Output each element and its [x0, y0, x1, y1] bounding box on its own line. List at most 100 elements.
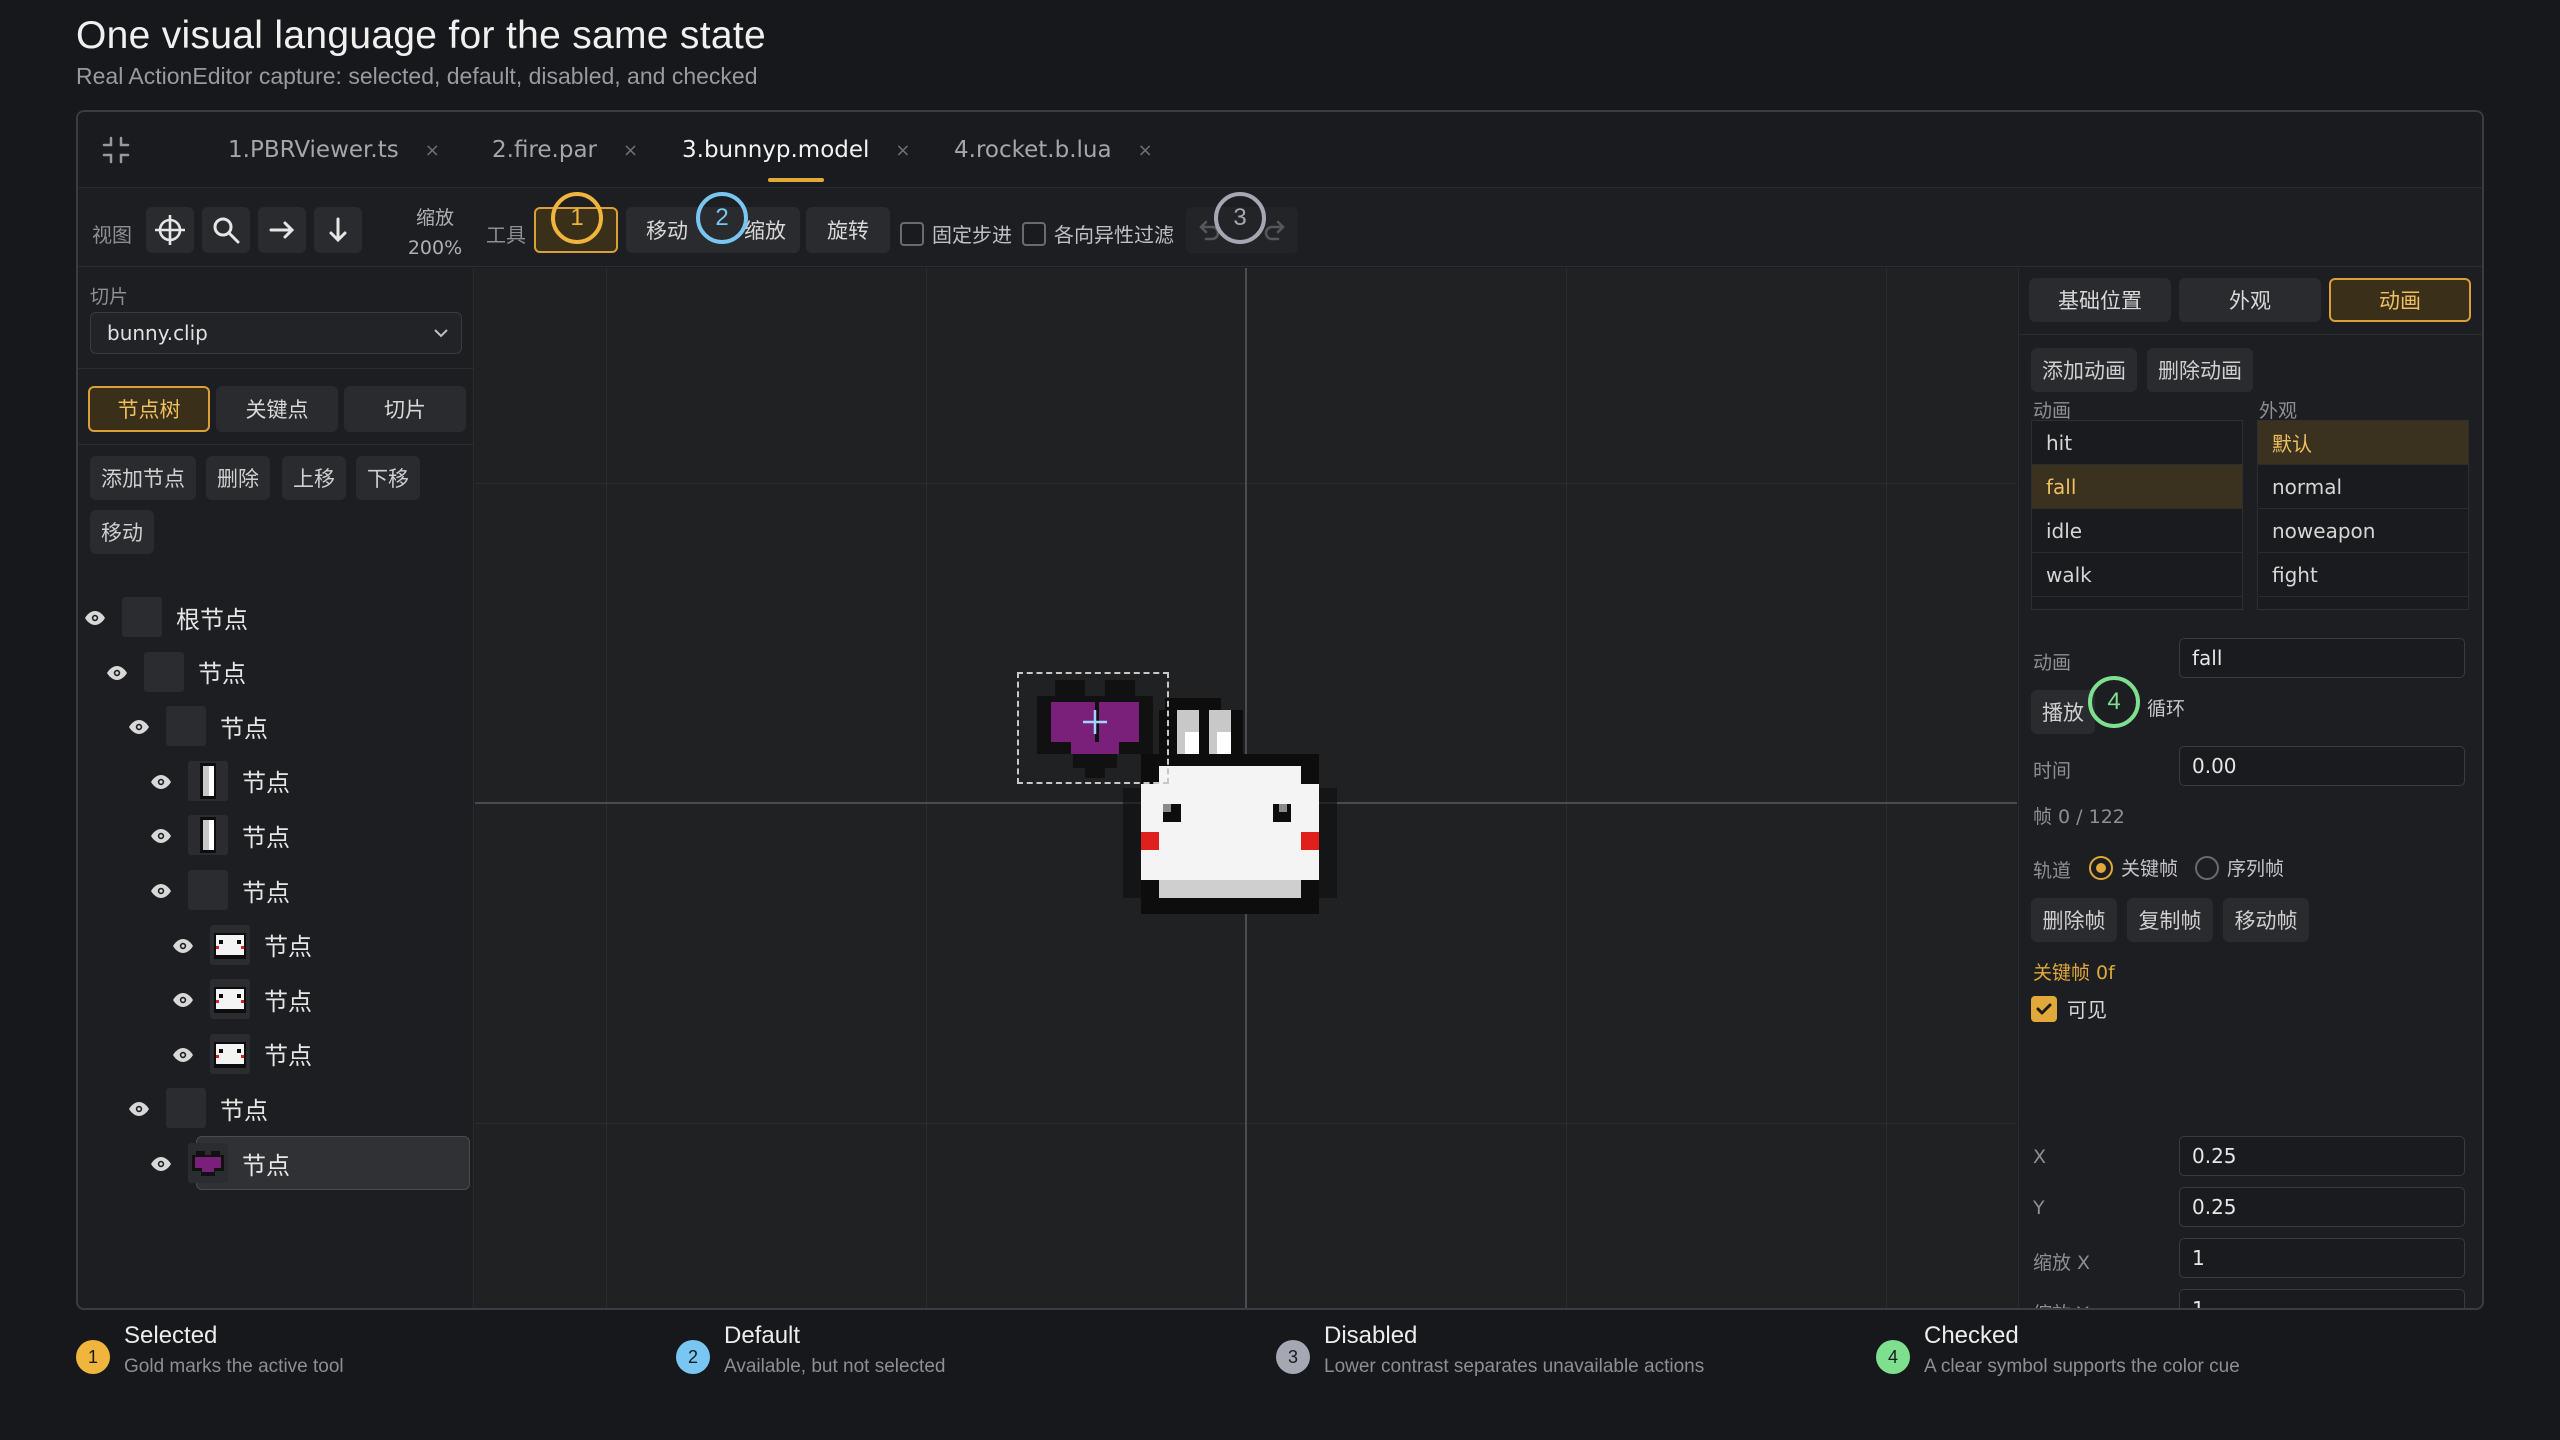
tab-close-icon[interactable]: ×: [1138, 140, 1153, 161]
tree-node-row[interactable]: 节点: [78, 645, 474, 699]
visible-checkbox[interactable]: 可见: [2031, 994, 2107, 1023]
clip-label: 切片: [90, 286, 129, 308]
tab-rocket[interactable]: 4.rocket.b.lua ×: [954, 112, 1153, 188]
node-thumbnail: [210, 1033, 250, 1074]
copy-frame-button[interactable]: 复制帧: [2127, 898, 2213, 942]
tree-node-row[interactable]: 节点: [78, 1027, 474, 1081]
tree-node-row[interactable]: 根节点: [78, 590, 474, 644]
tab-close-icon[interactable]: ×: [425, 140, 440, 161]
delete-frame-button[interactable]: 删除帧: [2031, 898, 2117, 942]
track-sequence-radio[interactable]: 序列帧: [2195, 854, 2284, 881]
eye-icon[interactable]: [128, 1101, 150, 1117]
center-view-button[interactable]: [146, 207, 194, 253]
toolbar: 视图 缩放 200% 工具 移动 缩放 旋转 固定步进 各向异性过滤: [78, 189, 2482, 267]
animation-list: hit fall idle walk: [2031, 420, 2243, 610]
legend-subtitle: Available, but not selected: [724, 1356, 946, 1377]
transform-field-input[interactable]: 1: [2179, 1289, 2465, 1308]
add-node-button[interactable]: 添加节点: [90, 456, 196, 500]
fixed-step-checkbox[interactable]: 固定步进: [900, 219, 1012, 248]
clip-select[interactable]: bunny.clip: [90, 312, 462, 354]
checkbox-box[interactable]: [900, 221, 924, 246]
appearance-list-item[interactable]: normal: [2258, 465, 2468, 509]
tab-keypoints[interactable]: 关键点: [216, 386, 338, 432]
eye-icon[interactable]: [106, 665, 128, 680]
tab-node-tree[interactable]: 节点树: [88, 386, 210, 432]
animation-list-item[interactable]: walk: [2032, 553, 2242, 597]
eye-icon[interactable]: [150, 1156, 172, 1171]
tree-node-row[interactable]: 节点: [78, 863, 474, 917]
node-thumbnail: [210, 979, 250, 1020]
appearance-list-item[interactable]: fight: [2258, 553, 2468, 597]
scale-tool-label: 缩放: [744, 219, 786, 243]
node-thumbnail: [188, 870, 228, 910]
legend-subtitle: Gold marks the active tool: [124, 1356, 344, 1377]
eye-icon[interactable]: [150, 828, 172, 844]
tree-node-row[interactable]: 节点: [78, 918, 474, 972]
legend-text: Disabled Lower contrast separates unavail…: [1324, 1322, 1704, 1378]
appearance-list-item[interactable]: 默认: [2258, 421, 2468, 465]
tab-fire[interactable]: 2.fire.par ×: [492, 112, 638, 188]
checkbox-box[interactable]: [1022, 221, 1046, 246]
tab-pbrviewer[interactable]: 1.PBRViewer.ts ×: [228, 112, 440, 188]
tree-node-row[interactable]: 节点: [78, 699, 474, 753]
animation-name-field[interactable]: fall: [2179, 638, 2465, 678]
transform-field-label: 缩放 Y: [2033, 1299, 2089, 1308]
move-node-button[interactable]: 移动: [90, 510, 154, 554]
flip-vertical-button[interactable]: [314, 207, 362, 253]
tab-animation[interactable]: 动画: [2329, 278, 2471, 322]
eye-icon[interactable]: [150, 774, 172, 789]
pivot-crosshair-icon[interactable]: [1081, 708, 1109, 736]
tree-node-row[interactable]: 节点: [78, 808, 474, 862]
eye-icon[interactable]: [172, 1047, 194, 1062]
tab-close-icon[interactable]: ×: [623, 140, 638, 161]
node-thumbnail: [122, 597, 162, 637]
track-keyframe-radio[interactable]: 关键帧: [2089, 854, 2178, 881]
add-animation-button[interactable]: 添加动画: [2031, 348, 2137, 392]
tree-node-row[interactable]: 节点: [78, 1136, 474, 1190]
aniso-filter-checkbox[interactable]: 各向异性过滤: [1022, 219, 1174, 248]
zoom-value: 200%: [407, 237, 463, 259]
move-up-button[interactable]: 上移: [282, 456, 346, 500]
tab-close-icon[interactable]: ×: [895, 140, 910, 161]
redo-icon: [1264, 220, 1285, 241]
node-thumbnail: [188, 760, 228, 801]
tab-base-position[interactable]: 基础位置: [2029, 278, 2171, 322]
eye-icon[interactable]: [84, 610, 106, 625]
appearance-list-item[interactable]: noweapon: [2258, 509, 2468, 553]
transform-field-input[interactable]: 0.25: [2179, 1187, 2465, 1227]
radio-dot[interactable]: [2089, 855, 2113, 880]
tab-bunnyp[interactable]: 3.bunnyp.model ×: [682, 112, 911, 188]
eye-icon[interactable]: [172, 992, 194, 1008]
animation-list-item[interactable]: fall: [2032, 465, 2242, 509]
move-frame-button[interactable]: 移动帧: [2223, 898, 2309, 942]
eye-icon[interactable]: [150, 883, 172, 898]
tree-node-label: 节点: [242, 823, 290, 852]
tree-node-row[interactable]: 节点: [78, 754, 474, 808]
check-icon[interactable]: [2031, 995, 2057, 1022]
collapse-icon[interactable]: [100, 134, 132, 166]
legend-item: 3 Disabled Lower contrast separates unavai…: [1276, 1322, 1704, 1378]
move-down-button[interactable]: 下移: [356, 456, 420, 500]
tree-node-row[interactable]: 节点: [78, 1081, 474, 1135]
delete-node-button[interactable]: 删除: [206, 456, 270, 500]
transform-field-input[interactable]: 1: [2179, 1238, 2465, 1278]
animation-list-item[interactable]: idle: [2032, 509, 2242, 553]
node-thumbnail: [166, 706, 206, 747]
flip-horizontal-button[interactable]: [258, 207, 306, 253]
sprite-canvas[interactable]: [475, 268, 2017, 1308]
eye-icon[interactable]: [128, 719, 150, 735]
zoom-view-button[interactable]: [202, 207, 250, 253]
legend-item: 4 Checked A clear symbol supports the colo…: [1876, 1322, 2240, 1378]
delete-animation-button[interactable]: 删除动画: [2147, 348, 2253, 392]
eye-icon[interactable]: [172, 938, 194, 953]
search-icon: [213, 217, 240, 244]
animation-list-item[interactable]: hit: [2032, 421, 2242, 465]
time-field[interactable]: 0.00: [2179, 746, 2465, 786]
play-button[interactable]: 播放: [2031, 690, 2095, 734]
tree-node-row[interactable]: 节点: [78, 972, 474, 1026]
transform-field-input[interactable]: 0.25: [2179, 1136, 2465, 1176]
rotate-tool-button[interactable]: 旋转: [806, 207, 890, 253]
tab-slices[interactable]: 切片: [344, 386, 466, 432]
tab-appearance[interactable]: 外观: [2179, 278, 2321, 322]
radio-dot[interactable]: [2195, 855, 2219, 880]
